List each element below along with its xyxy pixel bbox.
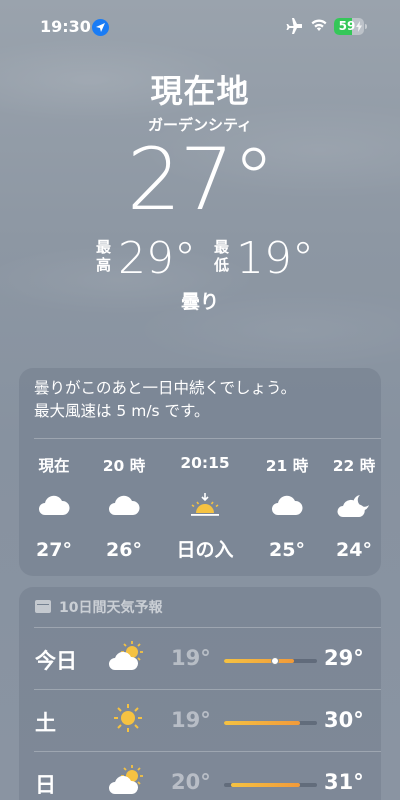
low-temperature: 19° <box>236 233 314 284</box>
day-high: 30° <box>324 708 364 732</box>
summary-line-1: 曇りがこのあと一日中続くでしょう。 <box>34 379 297 397</box>
hour-time: 20 時 <box>102 457 146 475</box>
divider <box>34 438 381 439</box>
hour-temperature: 25° <box>269 539 305 561</box>
divider <box>34 751 381 752</box>
day-low: 19° <box>171 646 211 670</box>
cloud-moon-icon <box>337 495 369 517</box>
hour-item: 22 時 24° <box>324 454 384 564</box>
day-label: 日 <box>35 773 56 797</box>
day-high: 29° <box>324 646 364 670</box>
range-fill <box>231 783 301 787</box>
day-row[interactable]: 土 19° 30° <box>19 691 381 751</box>
location-arrow-icon <box>92 19 109 36</box>
day-high: 31° <box>324 770 364 794</box>
cloud-icon <box>39 495 70 515</box>
hourly-forecast-card[interactable]: 曇りがこのあと一日中続くでしょう。 最大風速は 5 m/s です。 現在 27°… <box>19 368 381 576</box>
range-fill <box>224 659 294 663</box>
day-label: 今日 <box>35 649 77 673</box>
battery-indicator: 59 <box>334 18 364 35</box>
hour-temperature: 日の入 <box>176 539 234 561</box>
current-weather: 現在地 ガーデンシティ 27° <box>0 70 400 223</box>
status-bar: 19:30 59 <box>0 0 400 52</box>
range-fill <box>224 721 301 725</box>
current-temperature: 27° <box>126 130 275 230</box>
hour-item: 20 時 26° <box>89 454 159 564</box>
hour-item: 現在 27° <box>19 454 89 564</box>
high-temperature: 29° <box>118 233 196 284</box>
battery-cap <box>365 24 367 29</box>
day-row[interactable]: 日 20° 31° <box>19 753 381 800</box>
day-low: 19° <box>171 708 211 732</box>
hour-time: 20:15 <box>180 454 230 472</box>
hour-time: 現在 <box>38 457 70 475</box>
day-row[interactable]: 今日 19° 29° <box>19 629 381 689</box>
sunset-icon <box>191 493 219 516</box>
low-label: 最低 <box>214 238 230 274</box>
day-low: 20° <box>171 770 211 794</box>
cloud-icon <box>272 495 303 515</box>
forecast-summary: 曇りがこのあと一日中続くでしょう。 最大風速は 5 m/s です。 <box>19 368 381 434</box>
airplane-icon <box>286 18 302 34</box>
wifi-icon <box>311 19 327 31</box>
sun-icon <box>114 704 142 732</box>
day-label: 土 <box>35 711 56 735</box>
hour-time: 22 時 <box>332 457 376 475</box>
hour-temperature: 27° <box>36 539 72 561</box>
current-temp-dot <box>271 657 280 665</box>
hour-temperature: 26° <box>106 539 142 561</box>
partly-sunny-icon <box>109 765 143 794</box>
hour-time: 21 時 <box>265 457 309 475</box>
summary-line-2: 最大風速は 5 m/s です。 <box>34 402 210 420</box>
hour-item: 20:15 日の入 <box>170 454 240 564</box>
hour-temperature: 24° <box>336 539 372 561</box>
temperature-range-bar <box>224 783 317 787</box>
calendar-icon <box>35 600 51 613</box>
ten-day-title: 10日間天気予報 <box>59 600 163 616</box>
cloud-icon <box>109 495 140 515</box>
charging-bolt-icon <box>356 21 362 32</box>
partly-sunny-icon <box>109 641 143 670</box>
divider <box>34 627 381 628</box>
status-time: 19:30 <box>40 17 91 36</box>
condition-label: 曇り <box>180 291 219 313</box>
location-title: 現在地 <box>150 72 250 110</box>
ten-day-forecast-card[interactable]: 10日間天気予報 今日 19° 29° 土 19° 30° 日 20° 31° <box>19 587 381 800</box>
high-low-row: 最高 29° 最低 19° <box>0 234 400 284</box>
temperature-range-bar <box>224 721 317 725</box>
hour-item: 21 時 25° <box>252 454 322 564</box>
divider <box>34 689 381 690</box>
high-label: 最高 <box>96 238 112 274</box>
